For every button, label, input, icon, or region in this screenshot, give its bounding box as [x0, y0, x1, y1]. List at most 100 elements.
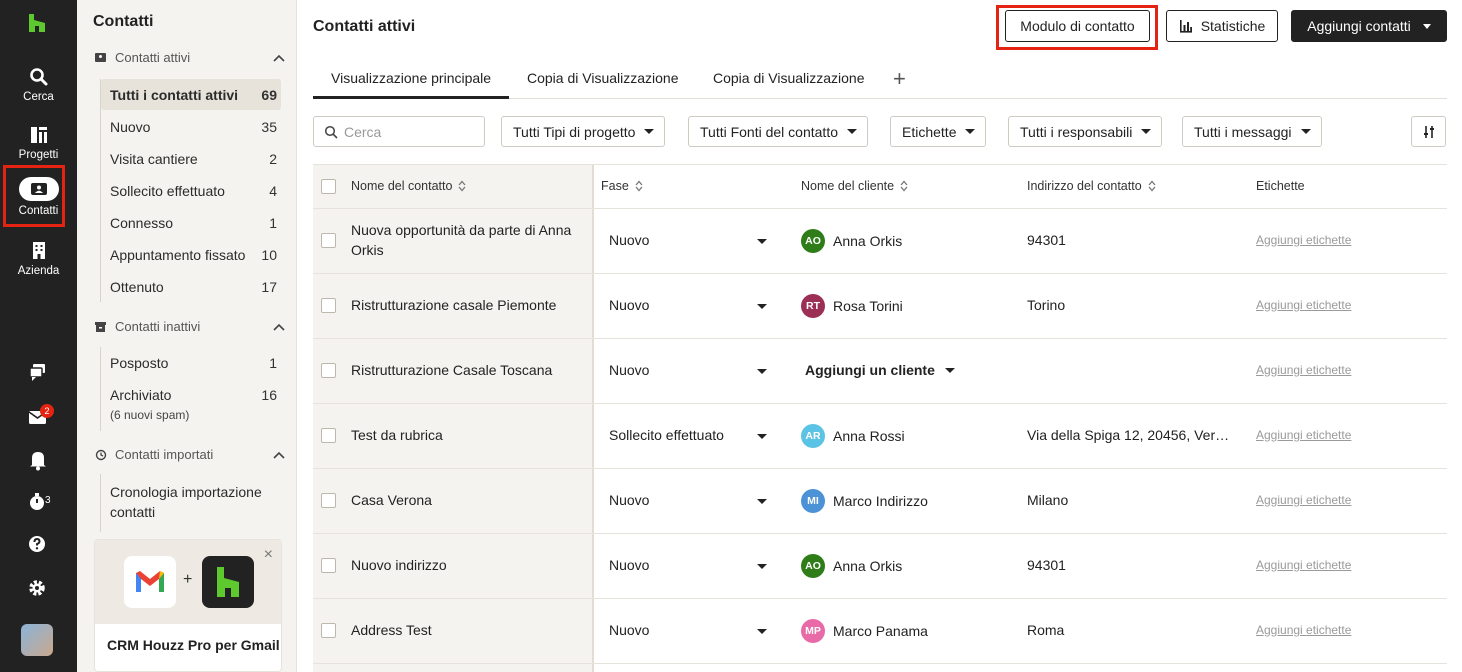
row-checkbox[interactable]: [321, 623, 336, 638]
table-row[interactable]: Nuovo indirizzo Nuovo AO Anna Orkis 94301…: [313, 534, 1447, 599]
add-tags-link[interactable]: Aggiungi etichette: [1256, 363, 1351, 377]
phase-select[interactable]: Nuovo: [609, 492, 649, 508]
statistics-button[interactable]: Statistiche: [1166, 10, 1278, 42]
sidebar-item-follow-up[interactable]: Sollecito effettuato 4: [101, 175, 281, 206]
caret-down-icon[interactable]: [757, 564, 767, 569]
search-box[interactable]: [313, 116, 485, 147]
phase-select[interactable]: Nuovo: [609, 362, 649, 378]
chat-icon[interactable]: [25, 359, 51, 385]
col-header-name[interactable]: Nome del contatto: [351, 179, 466, 193]
col-header-address[interactable]: Indirizzo del contatto: [1027, 179, 1156, 193]
filter-messages[interactable]: Tutti i messaggi: [1182, 116, 1322, 147]
sidebar-item-archived[interactable]: Archiviato 16: [101, 379, 281, 410]
customer[interactable]: RT Rosa Torini: [801, 294, 903, 318]
item-label: Tutti i contatti attivi: [110, 86, 239, 103]
caret-down-icon[interactable]: [757, 369, 767, 374]
row-checkbox[interactable]: [321, 558, 336, 573]
section-header-imported[interactable]: Contatti importati: [95, 447, 285, 462]
col-label: Fase: [601, 179, 629, 193]
add-tags-link[interactable]: Aggiungi etichette: [1256, 298, 1351, 312]
caret-down-icon[interactable]: [757, 499, 767, 504]
filter-project-types[interactable]: Tutti Tipi di progetto: [501, 116, 666, 147]
phase-select[interactable]: Sollecito effettuato: [609, 427, 724, 443]
tab-main-view[interactable]: Visualizzazione principale: [313, 70, 510, 99]
view-tabs: Visualizzazione principale Copia di Visu…: [313, 66, 1447, 99]
search-input[interactable]: [344, 123, 474, 140]
sidebar-item-postponed[interactable]: Posposto 1: [101, 347, 281, 378]
user-avatar[interactable]: [21, 624, 53, 656]
table-row[interactable]: Test da rubrica Sollecito effettuato AR A…: [313, 404, 1447, 469]
section-header-active[interactable]: Contatti attivi: [95, 50, 285, 65]
table-row[interactable]: Casa Verona Nuovo MI Marco Indirizzo Mila…: [313, 469, 1447, 534]
column-settings-button[interactable]: [1411, 116, 1446, 147]
col-header-phase[interactable]: Fase: [601, 179, 643, 193]
chevron-up-icon: [273, 451, 285, 459]
contact-form-button[interactable]: Modulo di contatto: [1005, 10, 1150, 42]
phase-select[interactable]: Nuovo: [609, 297, 649, 313]
phase-select[interactable]: Nuovo: [609, 622, 649, 638]
add-customer-dropdown[interactable]: Aggiungi un cliente: [805, 362, 955, 378]
rail-item-company[interactable]: Azienda: [0, 240, 77, 277]
tab-copy-view-1[interactable]: Copia di Visualizzazione: [527, 70, 679, 86]
tab-copy-view-2[interactable]: Copia di Visualizzazione: [713, 70, 865, 86]
contact-name[interactable]: Ristrutturazione casale Piemonte: [351, 295, 583, 315]
sidebar-item-won[interactable]: Ottenuto 17: [101, 271, 281, 302]
table-row[interactable]: Ristrutturazione casale Piemonte Nuovo R…: [313, 274, 1447, 339]
section-header-inactive[interactable]: Contatti inattivi: [95, 319, 285, 334]
help-icon[interactable]: [25, 531, 51, 557]
contact-name[interactable]: Nuova opportunità da parte di Anna Orkis: [351, 220, 583, 260]
row-checkbox[interactable]: [321, 493, 336, 508]
tab-label: Copia di Visualizzazione: [527, 70, 679, 86]
phase-select[interactable]: Nuovo: [609, 232, 649, 248]
table-row[interactable]: Nuova opportunità da parte di Anna Orkis…: [313, 209, 1447, 274]
caret-down-icon[interactable]: [757, 434, 767, 439]
customer[interactable]: AR Anna Rossi: [801, 424, 905, 448]
caret-down-icon[interactable]: [757, 304, 767, 309]
add-tags-link[interactable]: Aggiungi etichette: [1256, 493, 1351, 507]
sidebar-item-import-history[interactable]: Cronologia importazione contatti: [101, 479, 281, 525]
row-checkbox[interactable]: [321, 298, 336, 313]
contact-name[interactable]: Nuovo indirizzo: [351, 555, 583, 575]
sidebar-item-new[interactable]: Nuovo 35: [101, 111, 281, 142]
select-all-checkbox[interactable]: [321, 179, 336, 194]
add-tags-link[interactable]: Aggiungi etichette: [1256, 623, 1351, 637]
filter-owners[interactable]: Tutti i responsabili: [1008, 116, 1163, 147]
col-header-customer[interactable]: Nome del cliente: [801, 179, 908, 193]
customer[interactable]: MI Marco Indirizzo: [801, 489, 928, 513]
rail-item-projects[interactable]: Progetti: [0, 124, 77, 161]
sidebar-item-appointment[interactable]: Appuntamento fissato 10: [101, 239, 281, 270]
houzz-logo[interactable]: [27, 12, 47, 34]
sidebar-item-connected[interactable]: Connesso 1: [101, 207, 281, 238]
table-row[interactable]: Ristrutturazione Casale Toscana Nuovo Ag…: [313, 339, 1447, 404]
contact-name[interactable]: Casa Verona: [351, 490, 583, 510]
row-checkbox[interactable]: [321, 428, 336, 443]
gear-icon[interactable]: [25, 575, 51, 601]
contact-name[interactable]: Ristrutturazione Casale Toscana: [351, 360, 583, 380]
filter-contact-sources[interactable]: Tutti Fonti del contatto: [688, 116, 868, 147]
add-tab-button[interactable]: +: [893, 66, 906, 92]
add-tags-link[interactable]: Aggiungi etichette: [1256, 558, 1351, 572]
row-checkbox[interactable]: [321, 363, 336, 378]
close-icon[interactable]: ×: [264, 546, 273, 564]
caret-down-icon[interactable]: [757, 239, 767, 244]
row-checkbox[interactable]: [321, 233, 336, 248]
phase-select[interactable]: Nuovo: [609, 557, 649, 573]
sidebar-item-site-visit[interactable]: Visita cantiere 2: [101, 143, 281, 174]
contact-name[interactable]: Test da rubrica: [351, 425, 583, 445]
item-count: 4: [269, 182, 277, 199]
sidebar-item-all-active[interactable]: Tutti i contatti attivi 69: [101, 79, 281, 110]
gmail-promo-card[interactable]: + × CRM Houzz Pro per Gmail: [94, 539, 282, 672]
bell-icon[interactable]: [25, 447, 51, 473]
customer[interactable]: AO Anna Orkis: [801, 554, 902, 578]
customer[interactable]: AO Anna Orkis: [801, 229, 902, 253]
filter-tags[interactable]: Etichette: [890, 116, 987, 147]
caret-down-icon[interactable]: [757, 629, 767, 634]
add-tags-link[interactable]: Aggiungi etichette: [1256, 233, 1351, 247]
add-tags-link[interactable]: Aggiungi etichette: [1256, 428, 1351, 442]
contact-name[interactable]: Address Test: [351, 620, 583, 640]
customer[interactable]: MP Marco Panama: [801, 619, 928, 643]
contacts-highlight-box: [3, 165, 65, 227]
table-row[interactable]: Address Test Nuovo MP Marco Panama Roma A…: [313, 599, 1447, 664]
rail-item-search[interactable]: Cerca: [0, 66, 77, 103]
add-contacts-button[interactable]: Aggiungi contatti: [1291, 10, 1447, 42]
